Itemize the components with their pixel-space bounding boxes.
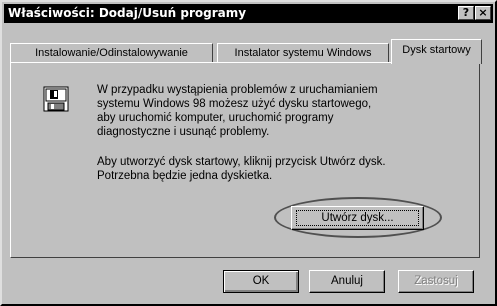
title-bar[interactable]: Właściwości: Dodaj/Usuń programy ? ×: [4, 4, 493, 23]
ok-button[interactable]: OK: [223, 270, 299, 293]
close-button[interactable]: ×: [475, 6, 491, 20]
startup-disk-description: W przypadku wystąpienia problemów z uruc…: [97, 84, 378, 138]
tab-windows-setup[interactable]: Instalator systemu Windows: [217, 43, 389, 63]
create-disk-button[interactable]: Utwórz dysk...: [291, 206, 424, 230]
tab-install-uninstall[interactable]: Instalowanie/Odinstalowywanie: [10, 43, 213, 63]
floppy-disk-icon: [43, 86, 69, 112]
properties-dialog: Właściwości: Dodaj/Usuń programy ? × Ins…: [0, 0, 497, 306]
create-disk-label: Utwórz dysk...: [321, 212, 394, 224]
window-title: Właściwości: Dodaj/Usuń programy: [8, 6, 247, 20]
tab-startup-disk[interactable]: Dysk startowy: [391, 39, 482, 64]
startup-disk-instructions: Aby utworzyć dysk startowy, kliknij przy…: [97, 156, 386, 182]
help-button[interactable]: ?: [458, 6, 474, 20]
cancel-button[interactable]: Anuluj: [309, 270, 385, 293]
tab-strip: Instalowanie/Odinstalowywanie Instalator…: [10, 39, 490, 64]
apply-button[interactable]: Zastosuj: [398, 270, 474, 293]
